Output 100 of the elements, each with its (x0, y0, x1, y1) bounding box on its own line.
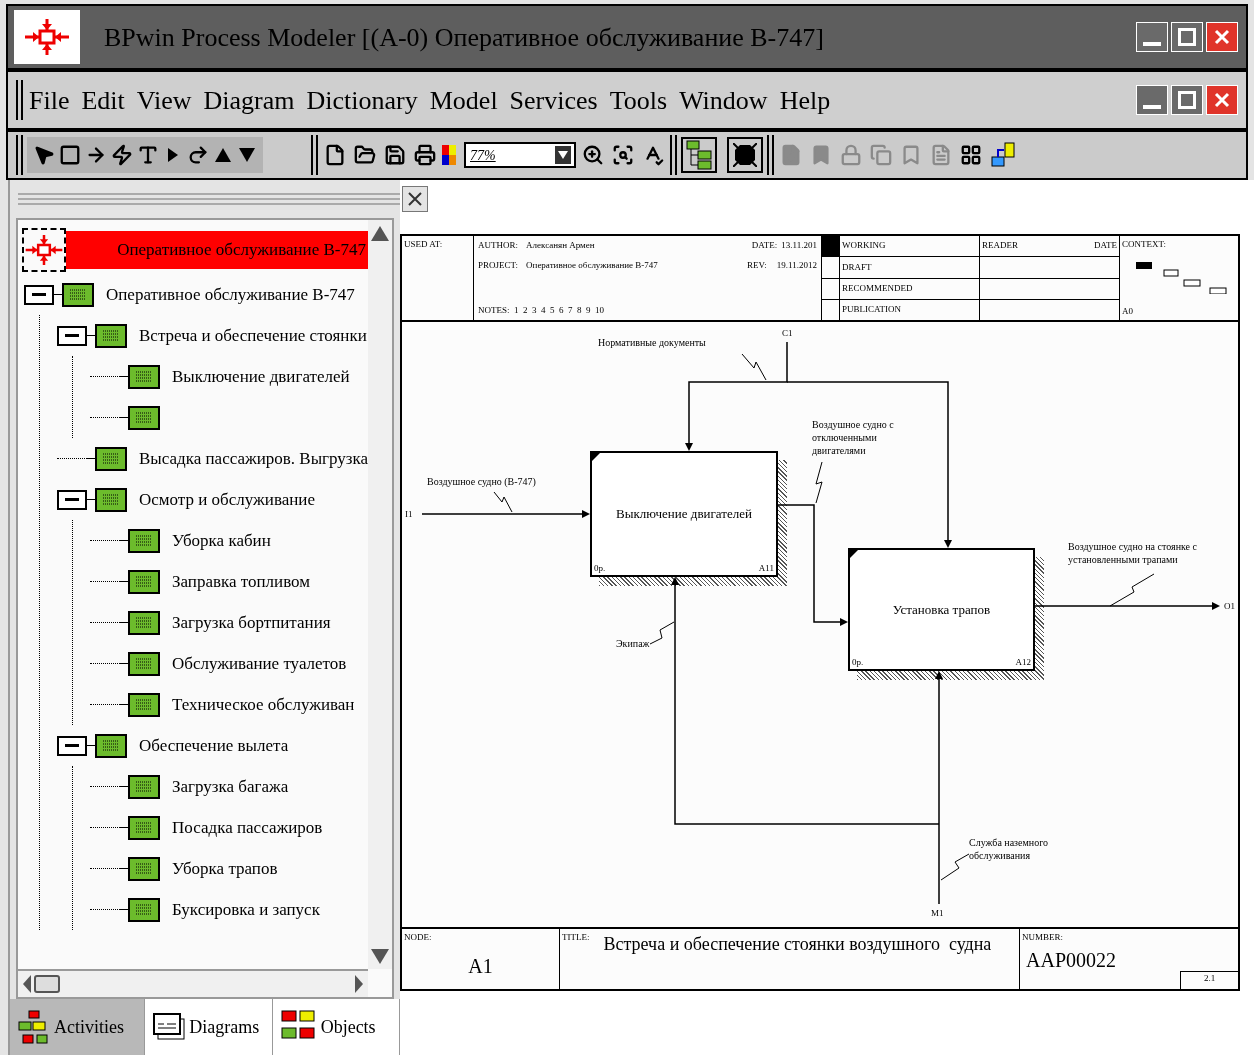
printer-icon[interactable] (414, 144, 436, 166)
model-root-item[interactable]: Оперативное обслуживание В-747 (66, 231, 368, 269)
arrow[interactable] (777, 504, 848, 626)
menu-item[interactable]: Help (779, 80, 831, 120)
title-label: TITLE: (562, 931, 590, 944)
caret-icon (558, 151, 568, 159)
number-value: AAP00022 (1026, 947, 1117, 973)
grid-icon[interactable] (960, 144, 982, 166)
color-icon[interactable] (442, 145, 456, 165)
activity-name: Выключение двигателей (616, 505, 752, 524)
scroll-down-icon[interactable] (370, 947, 390, 965)
export-icon[interactable] (989, 141, 1017, 169)
node-value: A1 (468, 953, 493, 979)
vertical-scrollbar[interactable] (368, 220, 392, 969)
tree-item-label[interactable]: Оперативное обслуживание В-747 (106, 281, 355, 308)
activity-box[interactable]: Установка трапов 0р. A12 (848, 548, 1035, 671)
collapse-toggle[interactable] (24, 284, 54, 305)
tree-item-label[interactable]: Обслуживание туалетов (172, 650, 347, 677)
zoom-page-icon[interactable] (612, 144, 634, 166)
tree-item-label[interactable]: Уборка кабин (172, 527, 271, 554)
tree-item-label[interactable]: Уборка трапов (172, 855, 278, 882)
maximize-button[interactable] (1171, 85, 1203, 115)
tree-item-label[interactable]: Загрузка багажа (172, 773, 289, 800)
save-icon[interactable] (384, 144, 406, 166)
context-label: CONTEXT: (1122, 238, 1168, 251)
arrow[interactable] (421, 510, 590, 518)
arrow-label: Экипаж (616, 637, 651, 650)
open-folder-icon[interactable] (354, 144, 376, 166)
node-label: NODE: (404, 931, 433, 944)
arrow-code: I1 (405, 508, 413, 521)
leader-line (815, 461, 823, 504)
tree-item-label[interactable]: Высадка пассажиров. Выгрузка (139, 445, 368, 472)
activity-box[interactable]: Выключение двигателей 0р. A11 (590, 451, 778, 577)
menu-item[interactable]: Dictionary (306, 80, 418, 120)
tree-item-label[interactable]: Буксировка и запуск (172, 896, 320, 923)
triangle-up-icon[interactable] (214, 146, 232, 164)
scroll-right-icon[interactable] (354, 974, 364, 994)
scroll-left-icon[interactable] (22, 974, 32, 994)
panel-tab[interactable]: Activities (10, 999, 146, 1055)
arrow-label: Воздушное судно с отключенными двигателями (812, 418, 895, 457)
menu-item[interactable]: Tools (609, 80, 668, 120)
tree-item-label[interactable]: Заправка топливом (172, 568, 311, 595)
zoom-dropdown[interactable]: 77% (464, 142, 576, 168)
arrow-label: Нормативные документы (598, 336, 707, 349)
close-button[interactable] (1206, 22, 1238, 52)
octagon-icon[interactable] (733, 143, 757, 167)
rev-label: REV: (747, 259, 767, 272)
diagram-title: Встреча и обеспечение стоянки воздушного судна (603, 933, 992, 956)
reader-date-label: DATE (1094, 239, 1117, 253)
arrow[interactable] (935, 671, 943, 905)
tree-item-label[interactable]: Посадка пассажиров (172, 814, 323, 841)
project-label: PROJECT: (478, 259, 519, 272)
maximize-button[interactable] (1171, 22, 1203, 52)
status-label: WORKING (842, 239, 886, 253)
horizontal-scrollbar[interactable] (18, 969, 368, 997)
close-icon (1214, 29, 1230, 45)
tree-item-label[interactable]: Выключение двигателей (172, 363, 350, 390)
collapse-toggle[interactable] (57, 735, 87, 756)
tree-item-label[interactable]: Осмотр и обслуживание (139, 486, 315, 513)
arrow[interactable] (1034, 602, 1220, 610)
menu-item[interactable]: Diagram (203, 80, 295, 120)
squiggle-icon[interactable] (111, 144, 133, 166)
triangle-down-icon[interactable] (238, 146, 256, 164)
menu-item[interactable]: Window (679, 80, 768, 120)
scroll-thumb[interactable] (34, 975, 60, 993)
pointer-icon[interactable] (33, 144, 55, 166)
panel-tab[interactable]: Diagrams (145, 999, 273, 1055)
collapse-toggle[interactable] (57, 325, 87, 346)
redo-icon[interactable] (187, 144, 209, 166)
scroll-up-icon[interactable] (370, 224, 390, 242)
tree-item-label[interactable]: Техническое обслуживан (172, 691, 355, 718)
menu-item[interactable]: File (29, 80, 70, 120)
panel-tab[interactable]: Objects (272, 999, 400, 1055)
activity-cost: 0р. (594, 561, 606, 575)
menu-item[interactable]: Model (429, 80, 498, 120)
minimize-button[interactable] (1136, 85, 1168, 115)
activity-node-label: A12 (1015, 655, 1031, 669)
diagram-pages-icon (153, 1013, 186, 1041)
text-icon[interactable] (137, 144, 159, 166)
arrow-code: C1 (782, 327, 793, 340)
date-value: 13.11.201 (781, 239, 817, 252)
tree-item-label[interactable]: Встреча и обеспечение стоянки (139, 322, 367, 349)
close-panel-button[interactable] (402, 186, 428, 212)
corner-mark-icon (850, 550, 858, 558)
tree-item-label[interactable]: Обеспечение вылета (139, 732, 289, 759)
collapse-toggle[interactable] (57, 489, 87, 510)
tree-icon[interactable] (686, 140, 712, 170)
menu-item[interactable]: Edit (81, 80, 125, 120)
tree-item-label[interactable]: Загрузка бортпитания (172, 609, 331, 636)
zoom-in-icon[interactable] (582, 144, 604, 166)
new-file-icon[interactable] (324, 144, 346, 166)
menu-item[interactable]: Services (509, 80, 598, 120)
activity-name: Установка трапов (892, 600, 991, 619)
minimize-button[interactable] (1136, 22, 1168, 52)
box-tool-icon[interactable] (59, 144, 81, 166)
rev-value: 19.11.2012 (776, 259, 817, 272)
menu-item[interactable]: View (136, 80, 192, 120)
close-button[interactable] (1206, 85, 1238, 115)
context-node-label: A0 (1122, 304, 1134, 318)
arrow[interactable] (786, 381, 952, 548)
